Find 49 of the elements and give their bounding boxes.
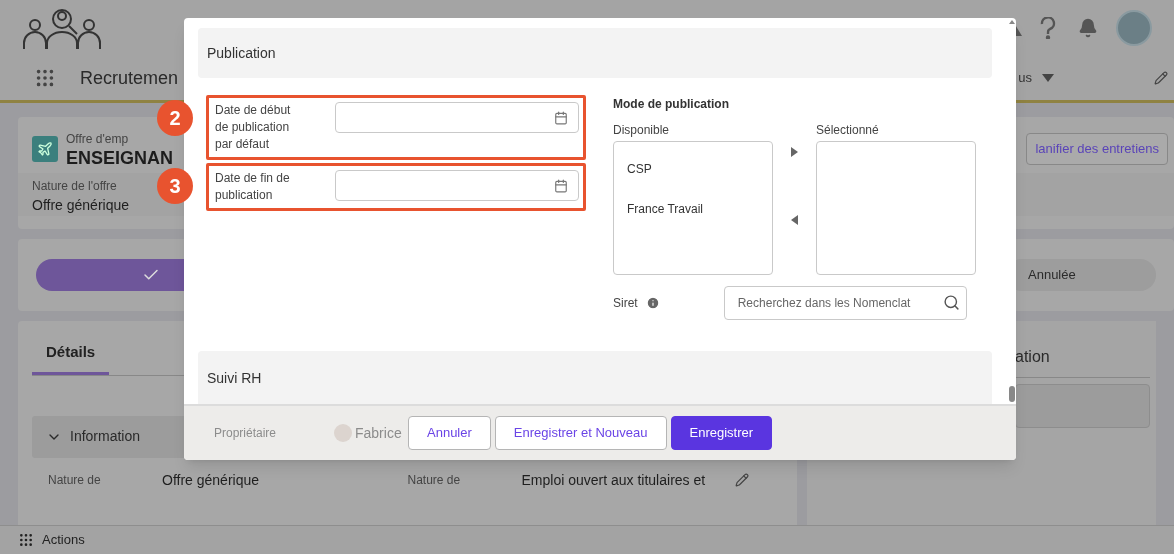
info-icon[interactable] xyxy=(645,296,660,310)
record-type-icon xyxy=(32,136,58,162)
search-field[interactable]: Recherchez dans les Nomenclat xyxy=(723,286,967,320)
calendar-icon[interactable] xyxy=(554,110,568,125)
move-left-icon[interactable] xyxy=(791,215,798,225)
calendar-icon[interactable] xyxy=(554,178,568,193)
list-label: Disponible xyxy=(613,122,671,139)
list-option[interactable]: France Travail xyxy=(627,200,759,218)
faded-field-label: Propriétaire xyxy=(214,425,278,442)
help-icon[interactable] xyxy=(1040,17,1056,39)
date-field-label: Date de début de publication par défaut xyxy=(215,102,292,153)
edit-icon[interactable] xyxy=(1154,71,1168,85)
date-field[interactable] xyxy=(335,102,579,133)
notifications-icon[interactable] xyxy=(1078,18,1098,38)
caret-icon[interactable] xyxy=(1042,74,1054,82)
dialog-button[interactable]: Enregistrer xyxy=(670,416,773,450)
field-value: Offre générique xyxy=(162,470,260,490)
date-field[interactable] xyxy=(335,170,579,201)
actions-icon[interactable] xyxy=(18,532,34,548)
date-field-label: Date de fin de publication xyxy=(215,170,291,204)
search-icon[interactable] xyxy=(942,294,960,311)
field-label: Nature de xyxy=(48,472,102,489)
list-label: Sélectionné xyxy=(816,122,880,139)
scroll-up-icon[interactable] xyxy=(1008,20,1015,24)
field-label: Nature de xyxy=(407,472,462,489)
actions-label[interactable]: Actions xyxy=(42,530,85,550)
list-option[interactable]: CSP xyxy=(627,160,759,178)
dialog-button[interactable]: Annuler xyxy=(408,416,491,450)
section-header[interactable]: Suivi RH xyxy=(198,351,992,404)
dialog-button[interactable]: Enregistrer et Nouveau xyxy=(494,416,667,450)
edit-icon[interactable] xyxy=(735,473,750,487)
siret-label: Siret xyxy=(613,295,638,312)
scrollbar-thumb[interactable] xyxy=(1008,386,1015,402)
group-title: Mode de publication xyxy=(613,96,730,113)
field-value: Offre générique xyxy=(32,196,130,215)
nav-item[interactable]: us xyxy=(1018,68,1032,88)
field-value: Emploi ouvert aux titulaires et xyxy=(521,470,706,490)
field-label: Nature de l'offre xyxy=(32,178,117,195)
app-name: Recrutemen xyxy=(80,66,179,90)
available-list[interactable]: CSP France Travail xyxy=(613,141,773,275)
faded-field-value: Fabrice xyxy=(355,423,403,443)
faded-avatar xyxy=(334,424,352,442)
tab[interactable]: Détails xyxy=(32,341,110,375)
section-header[interactable]: Publication xyxy=(198,28,992,78)
move-right-icon[interactable] xyxy=(791,147,798,157)
app-launcher-icon[interactable] xyxy=(34,67,56,89)
record-title: ENSEIGNAN xyxy=(66,148,173,168)
section-title: Information xyxy=(70,427,141,446)
record-type: Offre d'emp xyxy=(66,131,130,148)
